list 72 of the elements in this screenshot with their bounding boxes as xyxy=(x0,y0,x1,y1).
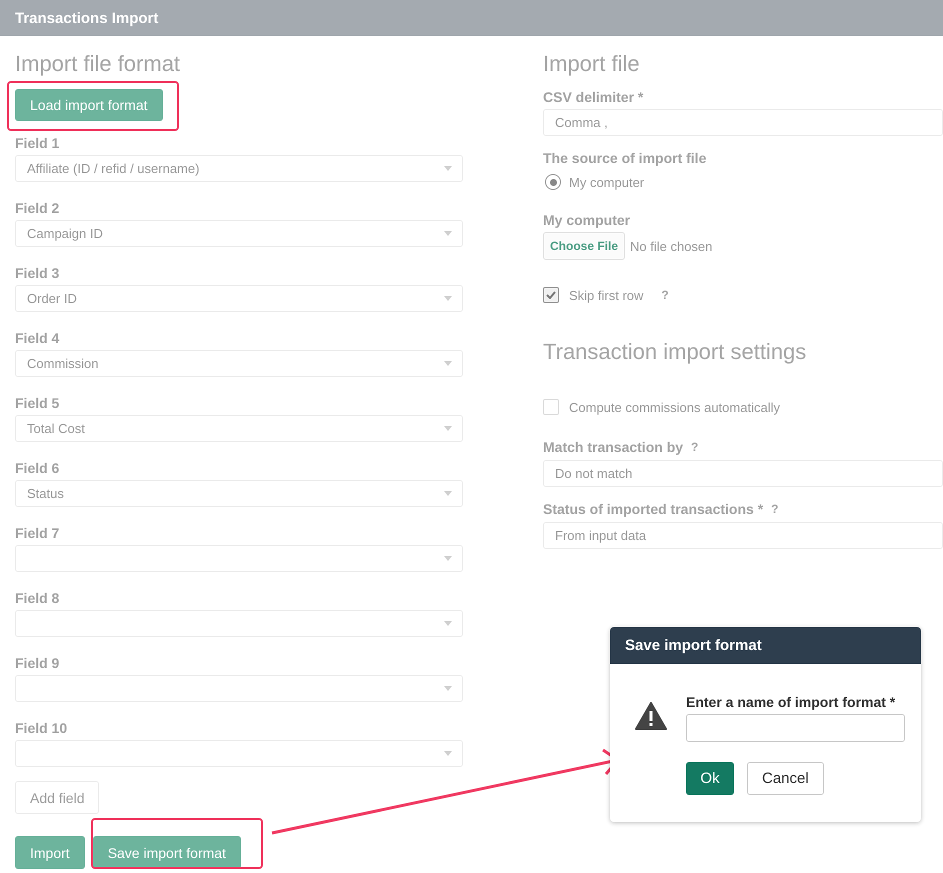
select-value: From input data xyxy=(555,528,646,543)
field-select[interactable] xyxy=(15,610,463,637)
delimiter-select[interactable]: Comma , xyxy=(543,109,943,136)
field-label: The source of import file xyxy=(543,150,708,166)
field-label: Field 10 xyxy=(15,720,68,736)
select-value: Status xyxy=(27,486,64,501)
help-mark[interactable]: ? xyxy=(771,502,778,516)
caret-icon xyxy=(444,166,452,171)
section-heading: Import file xyxy=(543,51,641,77)
field-select[interactable]: Do not match xyxy=(543,460,943,487)
field-label: Match transaction by xyxy=(543,439,684,455)
caret-icon xyxy=(444,231,452,236)
field-label: Field 5 xyxy=(15,395,60,411)
window-title: Transactions Import xyxy=(15,10,158,26)
caret-icon xyxy=(444,491,452,496)
field-select[interactable]: Status xyxy=(15,480,463,507)
field-label: Field 1 xyxy=(15,135,60,151)
field-select[interactable] xyxy=(15,675,463,702)
checkbox-label: Skip first row xyxy=(569,288,644,302)
field-label: CSV delimiter * xyxy=(543,89,644,105)
field-select[interactable] xyxy=(15,740,463,767)
dialog-title: Save import format xyxy=(625,637,762,654)
file-status: No file chosen xyxy=(630,238,712,254)
caret-icon xyxy=(444,686,452,691)
field-label: My computer xyxy=(543,212,632,228)
field-label: Field 6 xyxy=(15,460,60,476)
caret-icon xyxy=(444,361,452,366)
import-button[interactable]: Import xyxy=(15,836,85,869)
field-select[interactable]: Campaign ID xyxy=(15,220,463,247)
field-select[interactable]: Affiliate (ID / refid / username) xyxy=(15,155,463,182)
field-label: Field 8 xyxy=(15,590,60,606)
field-label: Status of imported transactions * xyxy=(543,501,764,517)
field-select[interactable]: Order ID xyxy=(15,285,463,312)
help-mark[interactable]: ? xyxy=(691,440,698,454)
section-heading: Import file format xyxy=(15,51,182,77)
load-format-button[interactable]: Load import format xyxy=(15,89,162,121)
ok-button[interactable]: Ok xyxy=(686,762,734,795)
select-value: Commission xyxy=(27,356,99,371)
field-label: Field 7 xyxy=(15,525,60,541)
field-label: Field 2 xyxy=(15,200,60,216)
field-select[interactable]: From input data xyxy=(543,522,943,549)
caret-icon xyxy=(444,556,452,561)
add-field-button[interactable]: Add field xyxy=(15,781,100,814)
select-value: Do not match xyxy=(555,466,632,481)
field-select[interactable] xyxy=(15,545,463,572)
field-label: Field 4 xyxy=(15,330,60,346)
caret-icon xyxy=(444,621,452,626)
checkbox-label: Compute commissions automatically xyxy=(569,400,780,414)
field-label: Field 3 xyxy=(15,265,60,281)
select-value: Order ID xyxy=(27,291,77,306)
caret-icon xyxy=(444,296,452,301)
field-select[interactable]: Commission xyxy=(15,350,463,377)
caret-icon xyxy=(444,426,452,431)
check-icon xyxy=(546,291,556,299)
select-value: Comma , xyxy=(555,115,608,130)
choose-file-button[interactable]: Choose File xyxy=(543,232,626,260)
help-mark[interactable]: ? xyxy=(661,288,669,302)
cancel-button[interactable]: Cancel xyxy=(747,762,824,795)
select-value: Affiliate (ID / refid / username) xyxy=(27,161,200,176)
checkbox[interactable] xyxy=(543,287,559,303)
field-select[interactable]: Total Cost xyxy=(15,415,463,442)
select-value: Total Cost xyxy=(27,421,85,436)
name-input[interactable] xyxy=(686,714,905,742)
caret-icon xyxy=(444,751,452,756)
save-format-button[interactable]: Save import format xyxy=(92,836,241,869)
select-value: Campaign ID xyxy=(27,226,103,241)
radio-label: My computer xyxy=(569,174,644,190)
dialog-prompt: Enter a name of import format * xyxy=(686,694,896,710)
warning-icon xyxy=(635,702,667,730)
field-label: Field 9 xyxy=(15,655,60,671)
radio-button[interactable] xyxy=(545,174,561,190)
section-heading: Transaction import settings xyxy=(543,339,808,365)
